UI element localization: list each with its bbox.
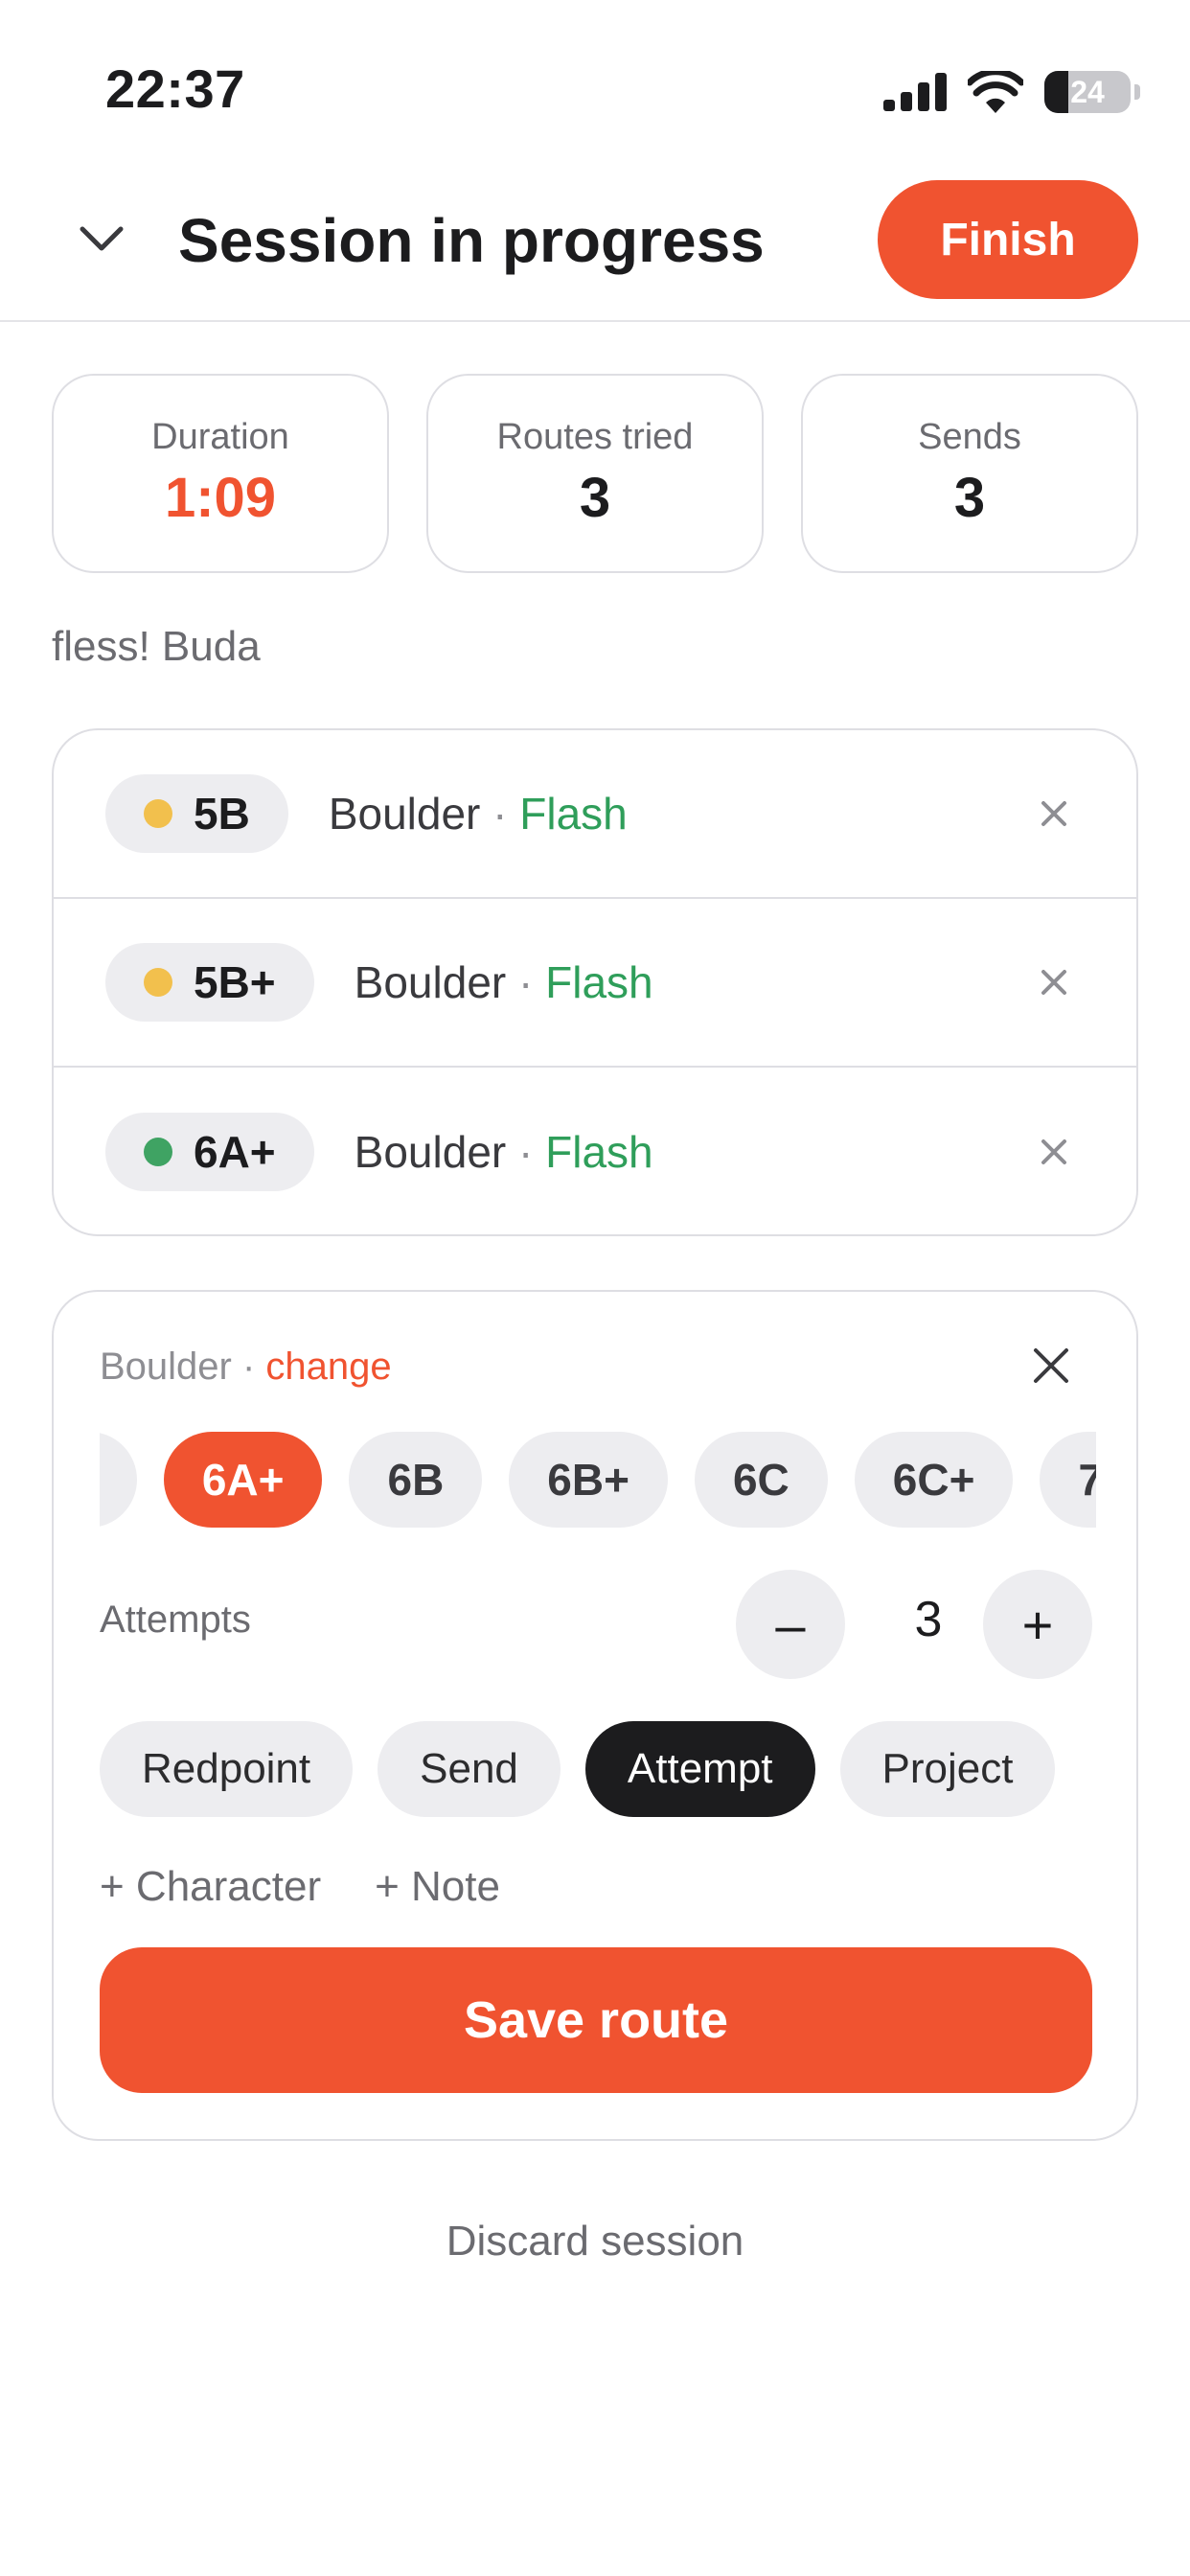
page-title: Session in progress [178,206,765,275]
route-result: Flash [545,1127,653,1177]
status-time: 22:37 [105,58,245,119]
route-description: Boulder · Flash [329,788,628,840]
battery-tip [1134,84,1140,100]
finish-button[interactable]: Finish [878,180,1138,299]
separator: · [231,1346,266,1388]
grade-option-selected[interactable]: 6A+ [163,1432,323,1528]
route-result: Flash [545,957,653,1007]
status-icons: 24 [883,67,1140,117]
result-option-redpoint[interactable]: Redpoint [100,1721,354,1817]
save-route-button[interactable]: Save route [100,1947,1092,2093]
grade-chip: 6A+ [105,1113,314,1191]
route-description: Boulder · Flash [355,956,653,1008]
route-row[interactable]: 6A+ Boulder · Flash [54,1068,1136,1234]
chevron-down-icon[interactable] [65,209,138,270]
route-row[interactable]: 5B Boulder · Flash [54,730,1136,899]
attempts-label: Attempts [100,1598,251,1641]
result-option-project[interactable]: Project [839,1721,1056,1817]
header-divider [0,320,1190,322]
separator: · [506,957,546,1007]
hold-color-dot [144,1138,172,1166]
result-option-attempt[interactable]: Attempt [584,1721,815,1817]
grade-chip: 5B [105,774,288,853]
grade-option[interactable]: 6C [694,1432,828,1528]
remove-route-icon[interactable] [1033,793,1075,835]
extras-row: + Character + Note [100,1863,500,1911]
route-list: 5B Boulder · Flash 5B+ Boulder · Flash 6… [52,728,1138,1236]
battery-icon: 24 [1044,71,1131,113]
decrement-attempts-button[interactable]: – [736,1570,845,1679]
route-result: Flash [519,789,628,839]
route-description: Boulder · Flash [355,1126,653,1178]
stat-label: Duration [151,417,289,457]
hold-color-dot [144,968,172,997]
grade-option[interactable]: 6C+ [854,1432,1014,1528]
route-type: Boulder [354,957,507,1007]
grade-option[interactable]: 7A [1040,1432,1096,1528]
grade-picker[interactable]: 6A 6A+ 6B 6B+ 6C 6C+ 7A [100,1432,1096,1528]
stat-card-duration: Duration 1:09 [52,374,389,573]
signal-icon [883,73,947,111]
add-route-panel: Boulder · change 6A 6A+ 6B 6B+ 6C 6C+ 7A… [52,1290,1138,2141]
stat-value: 3 [579,467,611,529]
stat-label: Routes tried [496,417,694,457]
grade-label: 5B+ [194,957,276,1007]
grade-chip: 5B+ [105,943,314,1022]
stat-card-routes-tried: Routes tried 3 [426,374,764,573]
change-type-link[interactable]: change [265,1346,391,1388]
add-note-link[interactable]: + Note [375,1863,500,1911]
wifi-icon [968,71,1023,113]
discard-session-button[interactable]: Discard session [0,2218,1190,2266]
stat-value: 3 [953,467,986,529]
remove-route-icon[interactable] [1033,961,1075,1003]
grade-option[interactable]: 6B+ [509,1432,668,1528]
result-option-send[interactable]: Send [378,1721,561,1817]
stat-value: 1:09 [164,467,277,529]
stat-card-sends: Sends 3 [801,374,1138,573]
route-row[interactable]: 5B+ Boulder · Flash [54,899,1136,1068]
separator: · [506,1127,546,1177]
gym-name: fless! Buda [52,623,261,670]
route-type-label: Boulder [100,1346,232,1388]
hold-color-dot [144,799,172,828]
attempts-value: 3 [914,1592,943,1647]
grade-option[interactable]: 6A [100,1432,137,1528]
route-type: Boulder [328,789,481,839]
grade-label: 5B [194,789,250,839]
route-type: Boulder [354,1127,507,1177]
grade-option[interactable]: 6B [349,1432,483,1528]
add-character-link[interactable]: + Character [100,1863,321,1911]
increment-attempts-button[interactable]: + [983,1570,1092,1679]
separator: · [480,789,520,839]
remove-route-icon[interactable] [1033,1131,1075,1173]
grade-label: 6A+ [194,1127,276,1177]
stat-label: Sends [918,417,1021,457]
close-icon[interactable] [1027,1342,1075,1390]
grade-track: 6A 6A+ 6B 6B+ 6C 6C+ 7A [100,1432,1096,1528]
battery-percentage: 24 [1070,74,1105,109]
route-type-selector: Boulder · change [100,1346,392,1389]
result-type-selector: Redpoint Send Attempt Project [100,1721,1056,1817]
